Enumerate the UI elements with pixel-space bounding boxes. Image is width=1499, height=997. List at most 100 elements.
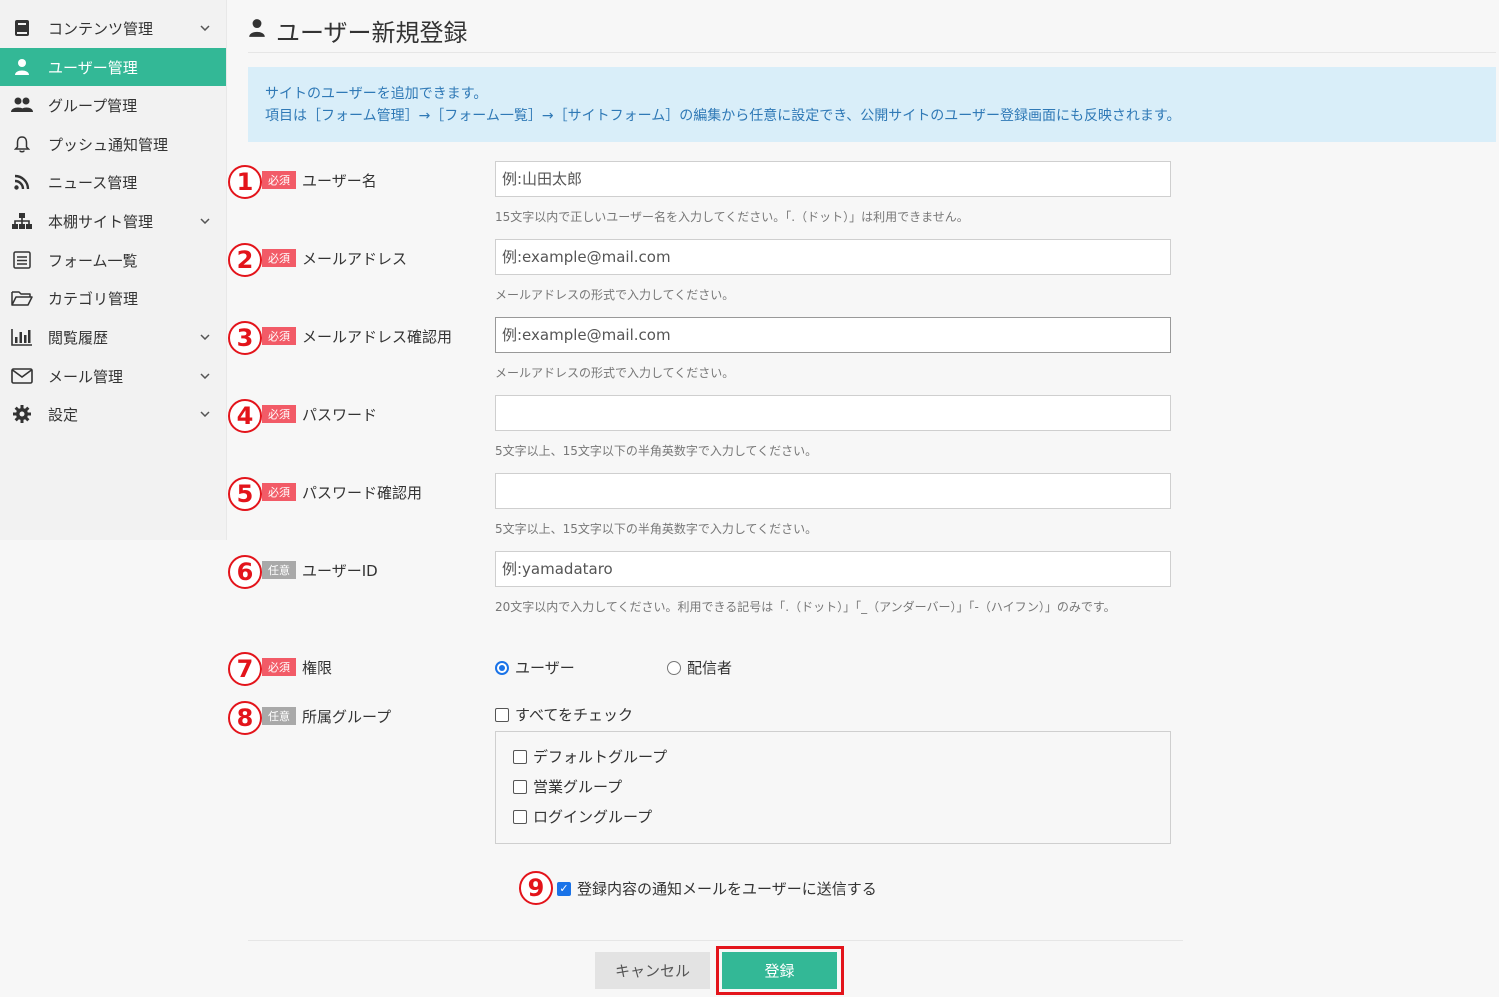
check-icon[interactable]: ✓ xyxy=(557,881,571,896)
sidebar-item-push[interactable]: プッシュ通知管理 xyxy=(0,125,226,163)
sidebar-item-label: グループ管理 xyxy=(48,96,138,115)
help-text: 15文字以内で正しいユーザー名を入力してください。「.（ドット）」は利用できませ… xyxy=(495,210,969,224)
radio-label: ユーザー xyxy=(515,659,575,677)
help-text: 5文字以上、15文字以下の半角英数字で入力してください。 xyxy=(495,444,818,458)
field-label: ユーザー名 xyxy=(302,172,377,190)
form-list-icon xyxy=(10,248,34,272)
optional-badge: 任意 xyxy=(262,561,296,579)
users-icon xyxy=(10,93,34,117)
chevron-down-icon xyxy=(198,334,212,340)
role-radio-publisher[interactable]: 配信者 xyxy=(667,657,732,678)
sidebar-item-label: メール管理 xyxy=(48,367,124,386)
sidebar-item-contents[interactable]: コンテンツ管理 xyxy=(0,9,226,47)
sidebar-item-groups[interactable]: グループ管理 xyxy=(0,86,226,124)
sitemap-icon xyxy=(10,209,34,233)
required-badge: 必須 xyxy=(262,249,296,267)
sidebar-item-history[interactable]: 閲覧履歴 xyxy=(0,318,226,356)
folder-icon xyxy=(10,286,34,310)
gear-icon xyxy=(10,402,34,426)
help-text: 20文字以内で入力してください。利用できる記号は「.（ドット）」「_（アンダーバ… xyxy=(495,600,1116,614)
field-label: ユーザーID xyxy=(302,562,378,580)
help-text: 5文字以上、15文字以下の半角英数字で入力してください。 xyxy=(495,522,818,536)
field-label: 所属グループ xyxy=(302,708,392,726)
checkbox[interactable] xyxy=(513,809,527,824)
sidebar-item-bookshelf[interactable]: 本棚サイト管理 xyxy=(0,202,226,240)
annotation-number: 6 xyxy=(228,555,262,589)
annotation-number: 3 xyxy=(228,321,262,355)
annotation-number: 2 xyxy=(228,243,262,277)
field-label: パスワード xyxy=(302,406,378,424)
user-icon xyxy=(10,55,34,79)
field-label: 権限 xyxy=(302,659,333,677)
page-header: ユーザー新規登録 xyxy=(248,8,1496,53)
check-all-groups[interactable]: すべてをチェック xyxy=(495,704,633,725)
radio-label: 配信者 xyxy=(687,659,733,677)
footer-divider xyxy=(248,940,1183,941)
password-confirm-input[interactable] xyxy=(495,473,1171,509)
sidebar-item-label: 設定 xyxy=(48,405,79,424)
envelope-icon xyxy=(10,364,34,388)
role-radio-user[interactable]: ユーザー xyxy=(495,657,575,678)
bar-chart-icon xyxy=(10,325,34,349)
user-icon xyxy=(248,18,266,42)
info-message: サイトのユーザーを追加できます。 項目は［フォーム管理］→［フォーム一覧］→［サ… xyxy=(248,67,1496,142)
sidebar-item-settings[interactable]: 設定 xyxy=(0,395,226,433)
field-label: パスワード確認用 xyxy=(302,484,423,502)
chevron-down-icon xyxy=(198,411,212,417)
annotation-number: 9 xyxy=(519,871,553,905)
chevron-down-icon xyxy=(198,25,212,31)
book-icon xyxy=(10,16,34,40)
notify-checkbox-row[interactable]: ✓ 登録内容の通知メールをユーザーに送信する xyxy=(557,878,877,899)
field-label: メールアドレス確認用 xyxy=(302,328,453,346)
chevron-down-icon xyxy=(198,218,212,224)
checkbox-label: すべてをチェック xyxy=(515,706,634,724)
chevron-down-icon xyxy=(198,373,212,379)
sidebar-item-label: 閲覧履歴 xyxy=(48,328,109,347)
notify-label: 登録内容の通知メールをユーザーに送信する xyxy=(577,880,877,898)
radio-button[interactable] xyxy=(495,660,509,675)
checkbox[interactable] xyxy=(513,779,527,794)
sidebar-item-label: フォーム一覧 xyxy=(48,251,138,270)
help-text: メールアドレスの形式で入力してください。 xyxy=(495,288,735,302)
sidebar-item-users[interactable]: ユーザー管理 xyxy=(0,48,226,86)
page-title: ユーザー新規登録 xyxy=(276,18,468,47)
annotation-number: 7 xyxy=(228,652,262,686)
required-badge: 必須 xyxy=(262,658,296,676)
required-badge: 必須 xyxy=(262,327,296,345)
info-line: 項目は［フォーム管理］→［フォーム一覧］→［サイトフォーム］の編集から任意に設定… xyxy=(265,108,1181,124)
password-input[interactable] xyxy=(495,395,1171,431)
group-checkbox-login[interactable]: ログイングループ xyxy=(513,806,652,827)
annotation-number: 1 xyxy=(228,165,262,199)
annotation-number: 5 xyxy=(228,477,262,511)
bell-icon xyxy=(10,132,34,156)
sidebar-item-news[interactable]: ニュース管理 xyxy=(0,163,226,201)
group-checkbox-sales[interactable]: 営業グループ xyxy=(513,776,622,797)
username-input[interactable] xyxy=(495,161,1171,197)
checkbox[interactable] xyxy=(495,707,509,722)
sidebar-item-mail[interactable]: メール管理 xyxy=(0,357,226,395)
sidebar-item-label: カテゴリ管理 xyxy=(48,289,139,308)
sidebar-item-category[interactable]: カテゴリ管理 xyxy=(0,279,226,317)
email-confirm-input[interactable] xyxy=(495,317,1171,353)
info-line: サイトのユーザーを追加できます。 xyxy=(265,86,488,102)
help-text: メールアドレスの形式で入力してください。 xyxy=(495,366,735,380)
checkbox-label: ログイングループ xyxy=(533,808,653,826)
sidebar-item-label: ユーザー管理 xyxy=(48,58,138,77)
sidebar-item-label: ニュース管理 xyxy=(48,173,138,192)
group-list: デフォルトグループ 営業グループ ログイングループ xyxy=(495,731,1171,844)
cancel-button[interactable]: キャンセル xyxy=(595,952,710,989)
checkbox[interactable] xyxy=(513,749,527,764)
group-checkbox-default[interactable]: デフォルトグループ xyxy=(513,746,667,767)
checkbox-label: 営業グループ xyxy=(533,778,623,796)
field-label: メールアドレス xyxy=(302,250,408,268)
sidebar-item-label: 本棚サイト管理 xyxy=(48,212,154,231)
required-badge: 必須 xyxy=(262,171,296,189)
sidebar-item-forms[interactable]: フォーム一覧 xyxy=(0,241,226,279)
email-input[interactable] xyxy=(495,239,1171,275)
annotation-number: 4 xyxy=(228,399,262,433)
required-badge: 必須 xyxy=(262,483,296,501)
sidebar: コンテンツ管理 ユーザー管理 グループ管理 プッシュ通知管理 ニュース管理 本棚… xyxy=(0,0,227,540)
user-id-input[interactable] xyxy=(495,551,1171,587)
required-badge: 必須 xyxy=(262,405,296,423)
radio-button[interactable] xyxy=(667,660,681,675)
